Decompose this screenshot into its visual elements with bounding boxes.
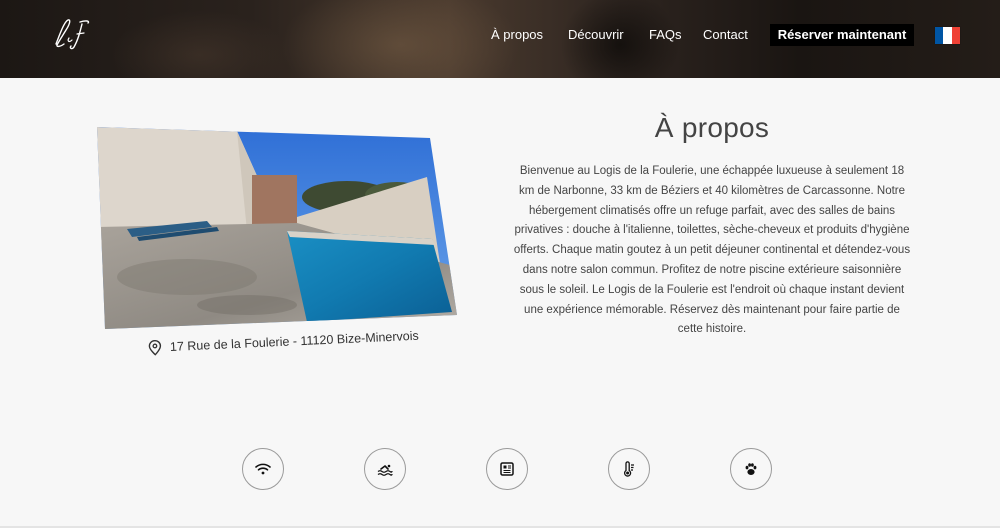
pool-photo [97,127,457,329]
nav-contact[interactable]: Contact [703,24,748,46]
swimming-pool-icon[interactable] [364,448,406,490]
about-description: Bienvenue au Logis de la Foulerie, une é… [513,165,911,336]
page-title: À propos [654,112,770,143]
site-header: À propos Découvrir FAQs Contact Réserver… [0,0,1000,78]
french-flag-icon[interactable] [935,27,960,44]
nav-decouvrir[interactable]: Découvrir [568,24,624,46]
thermometer-icon[interactable] [608,448,650,490]
address-text: 17 Rue de la Foulerie - 11120 Bize-Miner… [169,328,420,354]
wifi-icon[interactable] [242,448,284,490]
location-pin-icon [148,339,162,356]
nav-a-propos[interactable]: À propos [491,24,543,46]
info-panel-icon[interactable] [486,448,528,490]
address: 17 Rue de la Foulerie - 11120 Bize-Miner… [147,324,420,360]
paw-icon[interactable] [730,448,772,490]
nav-faqs[interactable]: FAQs [649,24,682,46]
reserve-now-button[interactable]: Réserver maintenant [770,24,914,46]
logo-icon[interactable] [46,14,96,54]
